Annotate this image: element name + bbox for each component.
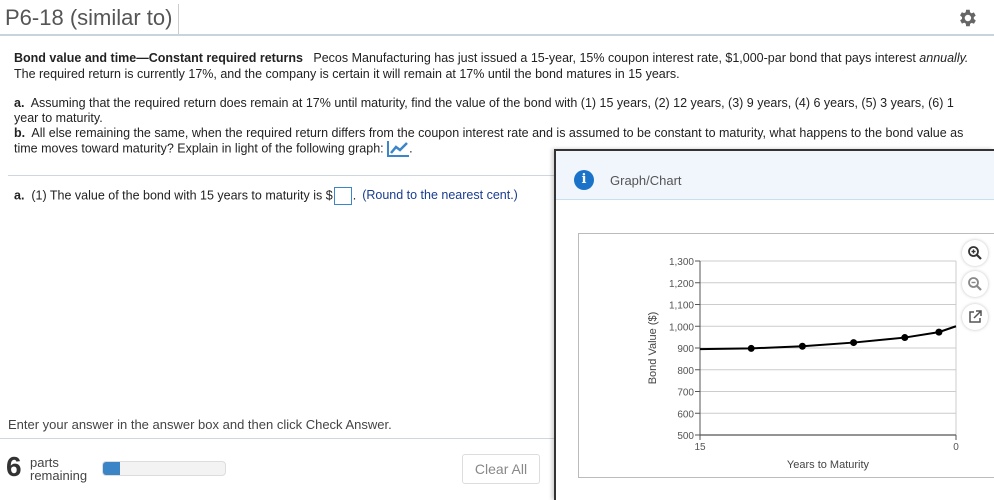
answer-period: . (352, 188, 357, 203)
y-tick-label: 1,100 (669, 301, 694, 312)
data-point (935, 328, 943, 336)
info-icon: i (574, 170, 594, 190)
bond-value-input[interactable] (333, 187, 352, 205)
graph-popup: i Graph/Chart 500 600 700 800 900 1,000 1,100 1… (554, 149, 994, 500)
y-tick-label: 600 (677, 409, 694, 420)
problem-statement: Bond value and time—Constant required re… (14, 50, 974, 82)
y-tick-label: 1,000 (669, 322, 694, 333)
parts-remaining-label: parts remaining (30, 456, 87, 482)
zoom-out-icon (968, 277, 982, 291)
part-b-label: b. (14, 126, 26, 140)
y-tick-label: 1,200 (669, 279, 694, 290)
problem-intro-rest: The required return is currently 17%, an… (14, 67, 680, 81)
popup-header: i Graph/Chart (556, 151, 994, 200)
zoom-in-icon (968, 246, 982, 260)
divider (8, 175, 554, 176)
part-a-label: a. (14, 96, 25, 110)
part-a-text: Assuming that the required return does r… (14, 96, 954, 125)
divider (0, 438, 554, 439)
x-tick-label: 15 (694, 442, 706, 453)
answer-prompt: (1) The value of the bond with 15 years … (31, 188, 333, 203)
y-tick-label: 800 (677, 366, 694, 377)
parts-remaining-count: 6 (6, 451, 22, 482)
chart-frame: 500 600 700 800 900 1,000 1,100 1,200 1,300 15 0 Ye… (578, 233, 994, 478)
bond-value-chart: 500 600 700 800 900 1,000 1,100 1,200 1,300 15 0 Ye… (647, 257, 959, 471)
parts-label-line2: remaining (30, 468, 88, 483)
answer-part-label: a. (14, 188, 25, 203)
data-point (901, 334, 909, 342)
open-external-icon (969, 310, 982, 323)
y-axis-label: Bond Value ($) (647, 312, 659, 385)
zoom-out-button[interactable] (962, 271, 988, 297)
line-chart-icon[interactable] (387, 141, 410, 157)
x-tick-label: 0 (953, 442, 959, 453)
clear-all-button[interactable]: Clear All (462, 454, 540, 484)
data-point (798, 342, 806, 350)
gear-icon[interactable] (956, 7, 978, 29)
x-axis-label: Years to Maturity (787, 459, 870, 471)
y-tick-label: 900 (677, 344, 694, 355)
problem-heading: Bond value and time—Constant required re… (14, 51, 303, 65)
bond-value-line (699, 325, 957, 351)
problem-intro-italic: annually. (919, 51, 969, 65)
problem-title: P6-18 (similar to) (5, 4, 180, 34)
popup-title: Graph/Chart (610, 173, 682, 188)
answer-row: a. (1) The value of the bond with 15 yea… (14, 187, 518, 205)
progress-fill (103, 462, 121, 475)
y-tick-label: 700 (677, 388, 694, 399)
instruction-text: Enter your answer in the answer box and … (8, 417, 392, 432)
data-point (850, 339, 858, 347)
header: P6-18 (similar to) (0, 0, 994, 36)
problem-parts: a. Assuming that the required return doe… (14, 96, 964, 157)
open-external-button[interactable] (962, 304, 988, 330)
progress-bar (102, 461, 226, 476)
problem-intro: Pecos Manufacturing has just issued a 15… (313, 51, 916, 65)
zoom-in-button[interactable] (962, 240, 988, 266)
y-tick-label: 500 (677, 431, 694, 442)
data-point (747, 344, 755, 352)
rounding-hint: (Round to the nearest cent.) (362, 188, 518, 203)
y-tick-label: 1,300 (669, 257, 694, 268)
